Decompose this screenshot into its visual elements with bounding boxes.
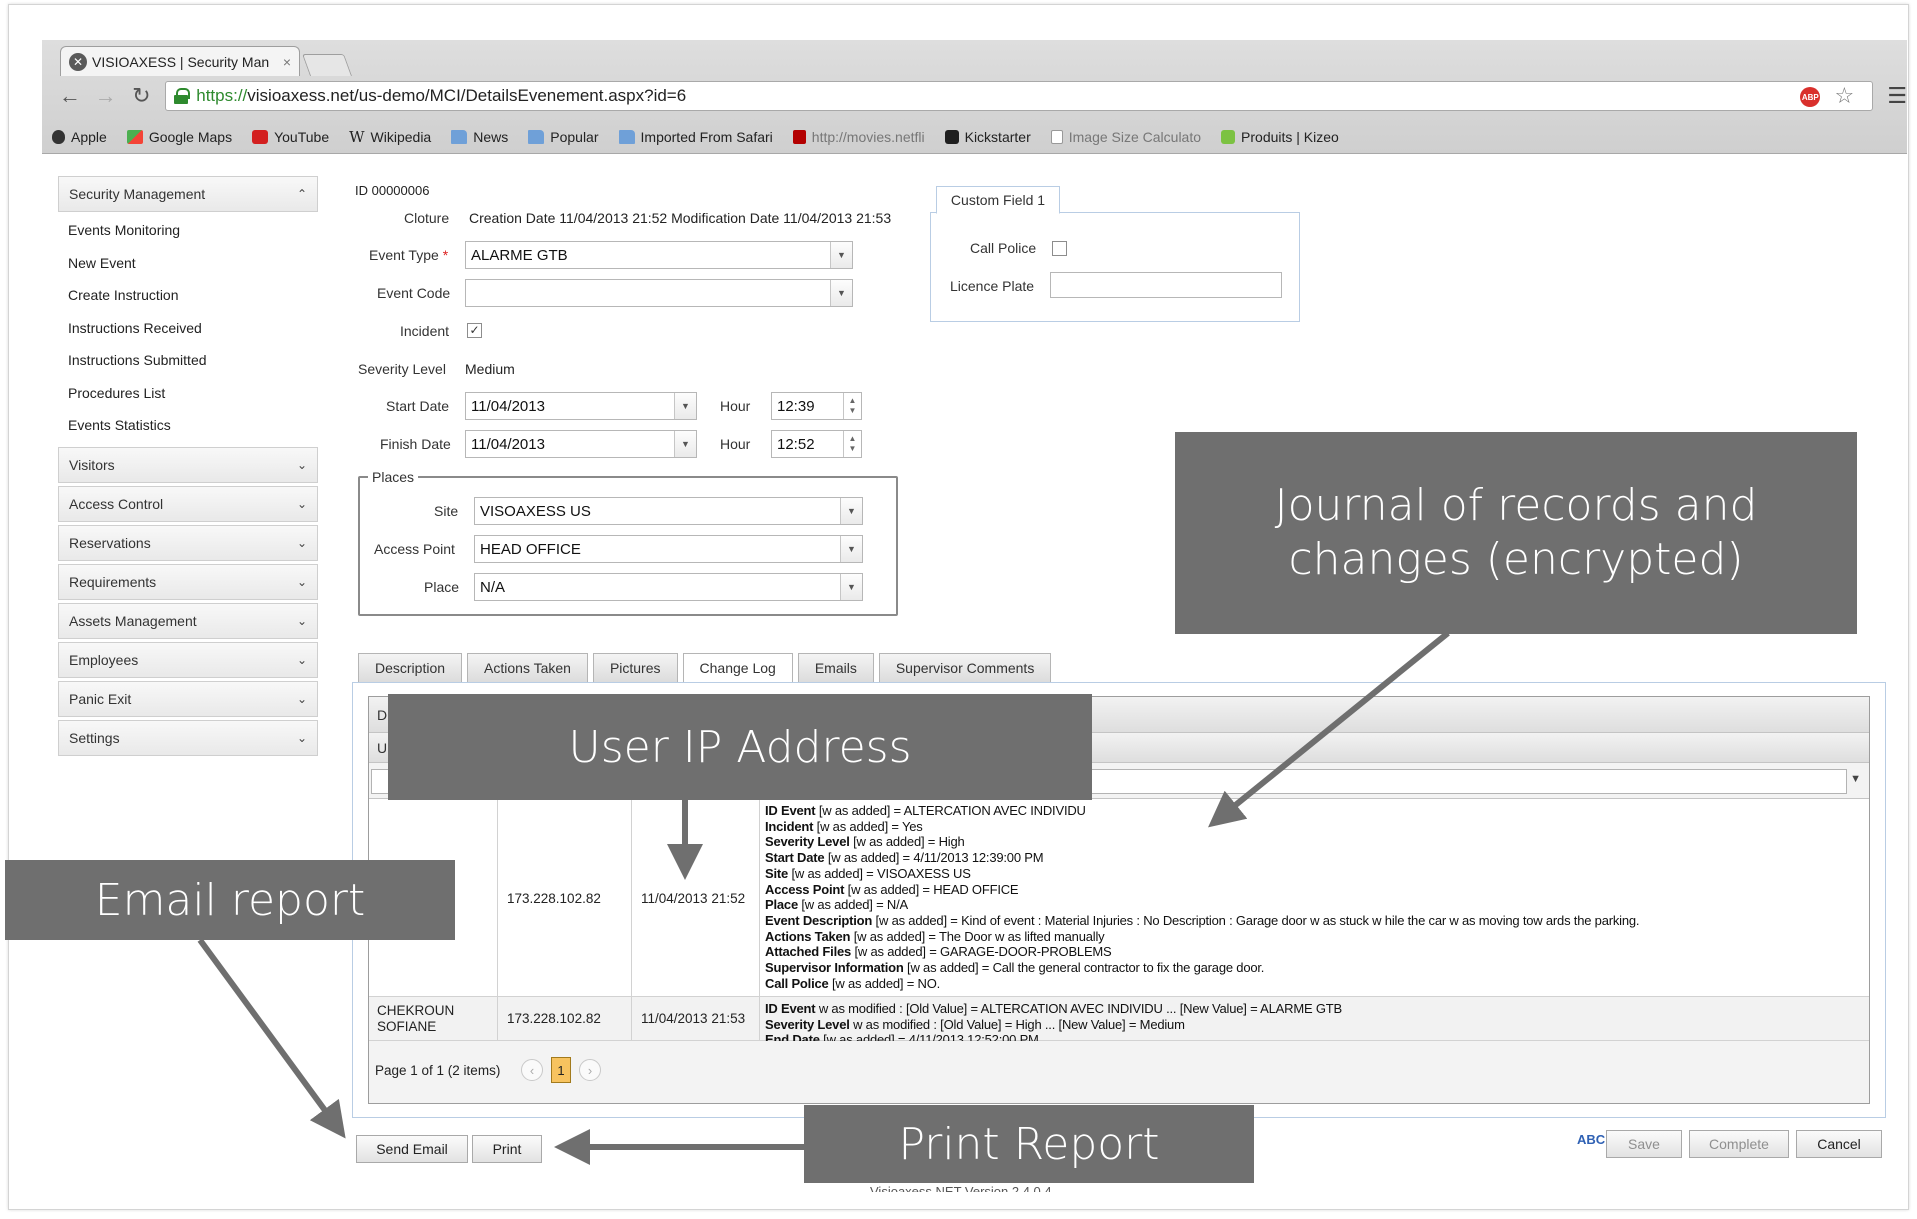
print-report-callout: Print Report bbox=[804, 1105, 1254, 1183]
journal-arrow bbox=[1208, 630, 1450, 828]
email-report-callout: Email report bbox=[5, 860, 455, 940]
journal-callout: Journal of records and changes (encrypte… bbox=[1175, 432, 1857, 634]
email-report-arrow bbox=[197, 938, 346, 1139]
user-ip-callout: User IP Address bbox=[388, 694, 1092, 800]
